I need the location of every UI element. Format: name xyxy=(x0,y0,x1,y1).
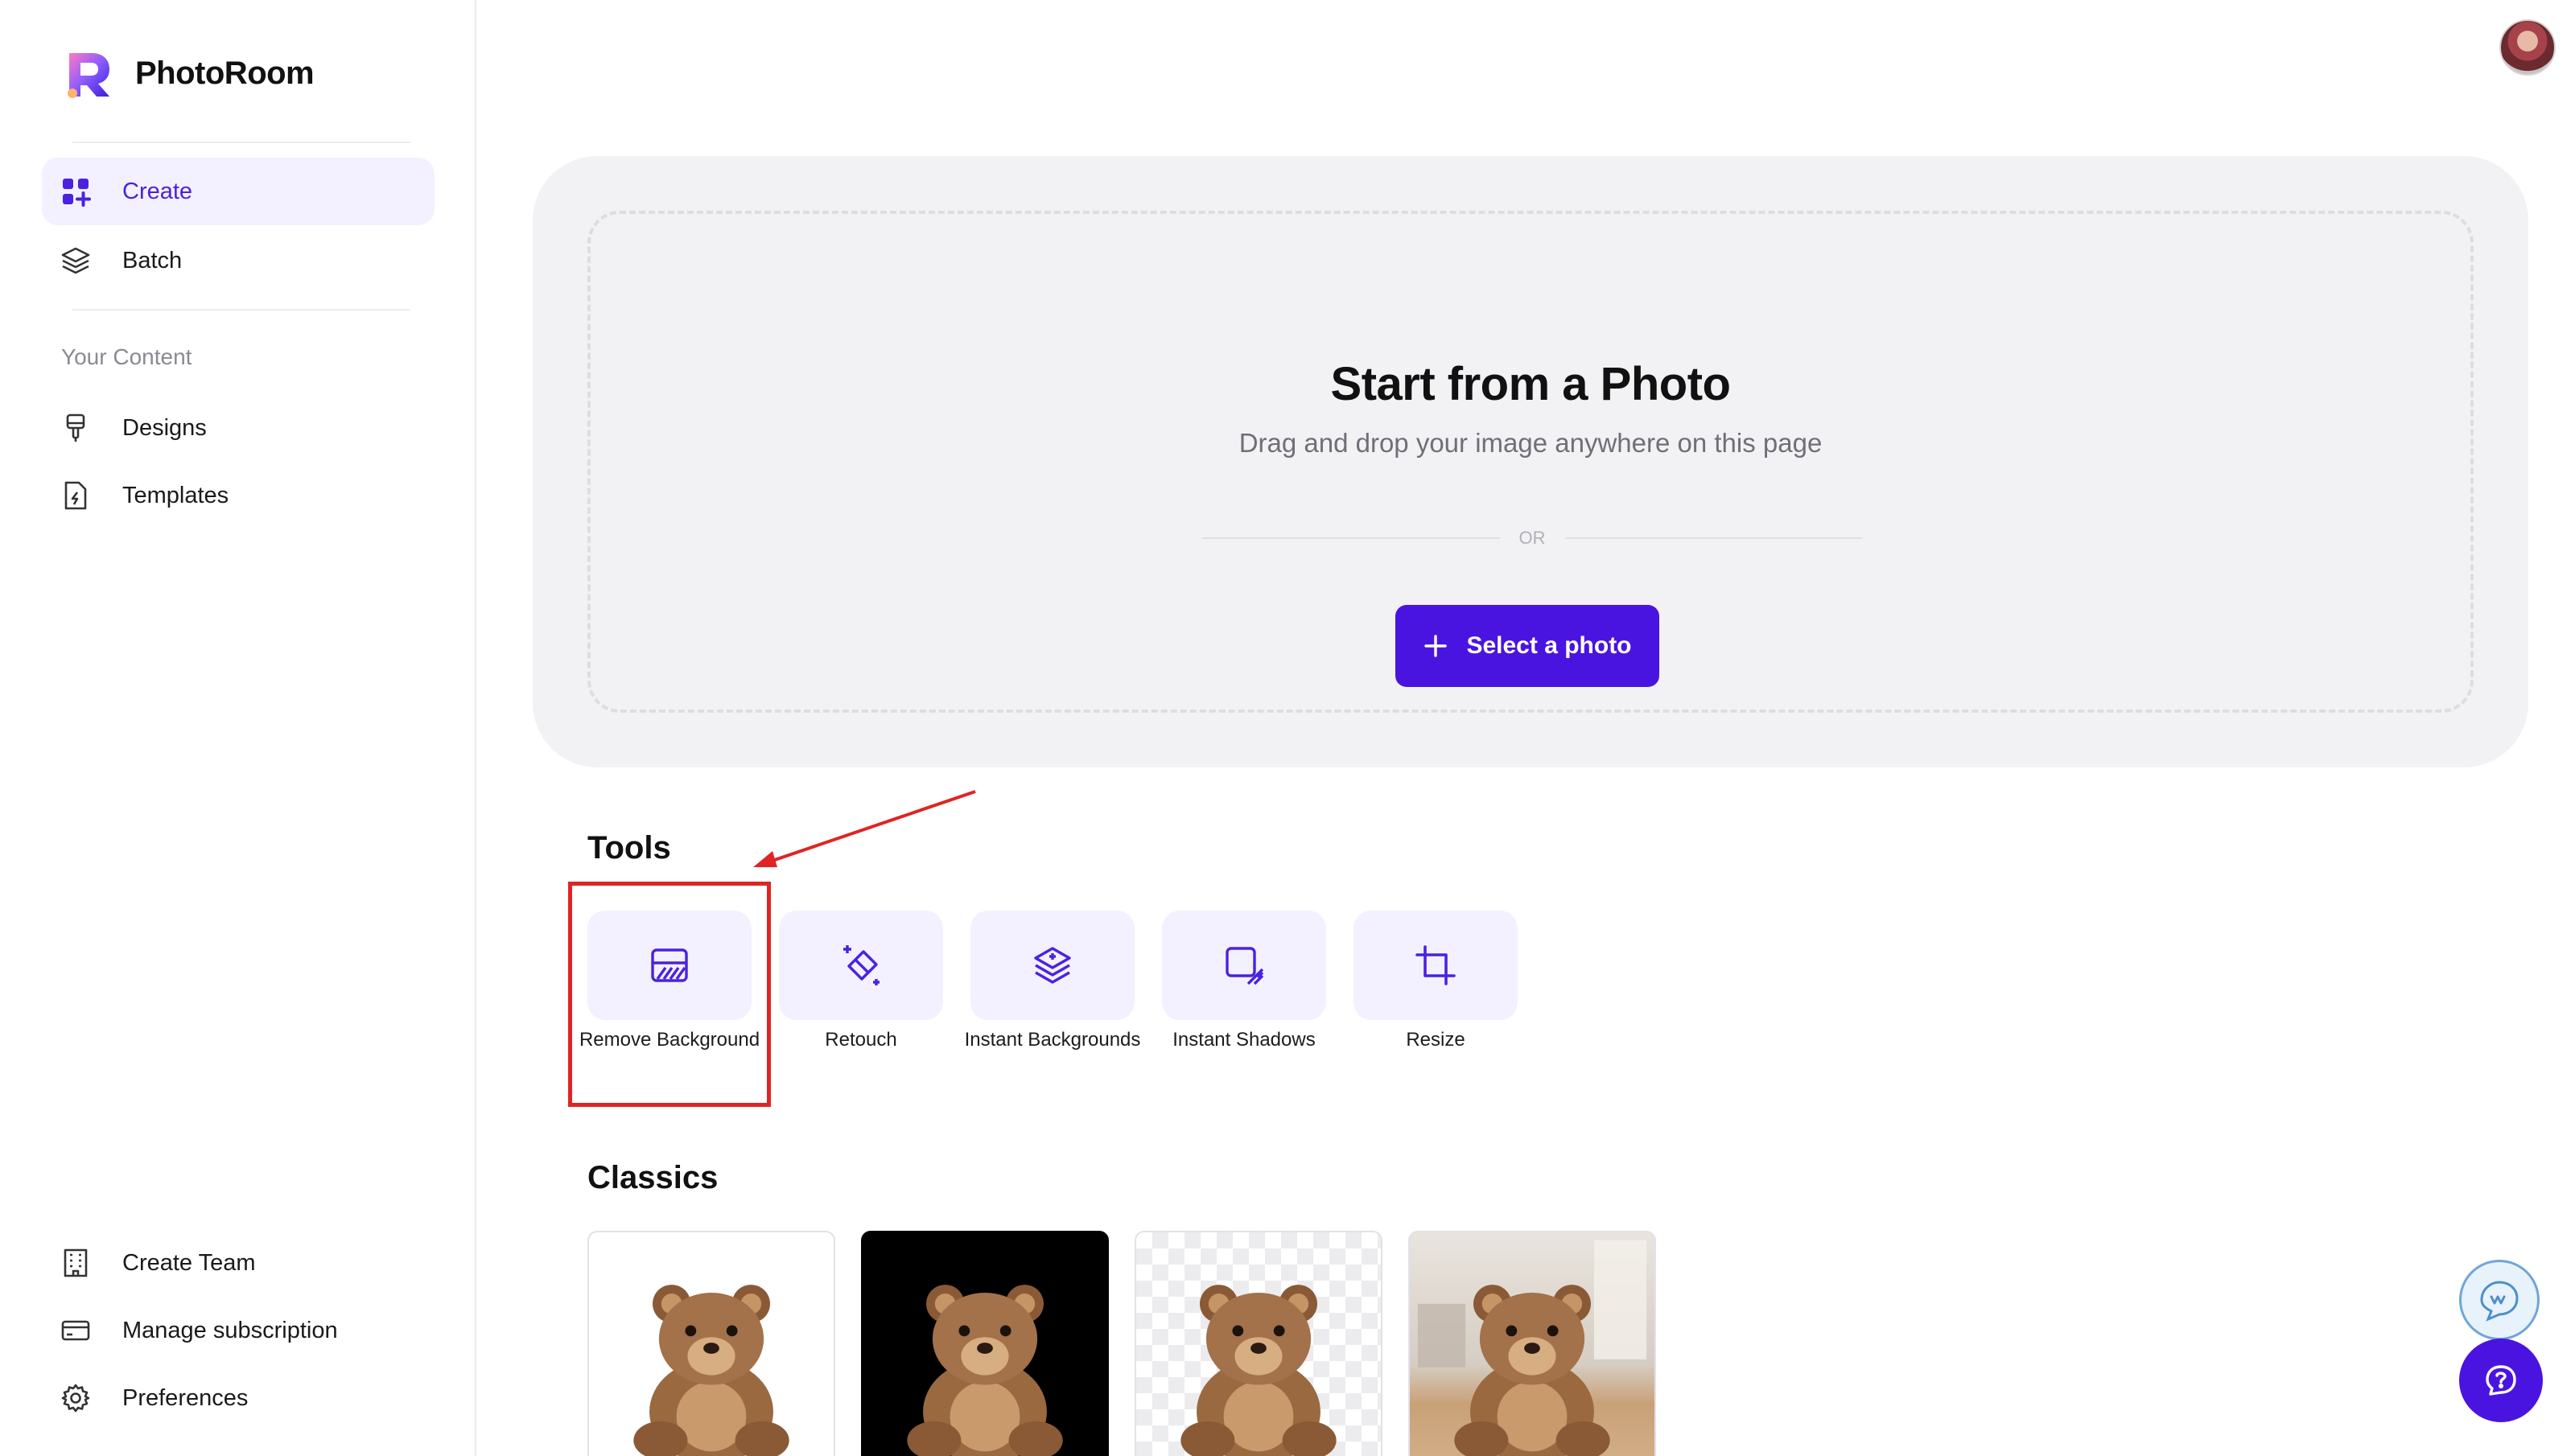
classic-white-background[interactable] xyxy=(587,1231,835,1456)
eraser-sparkle-icon xyxy=(843,945,880,985)
tool-label: Retouch xyxy=(825,1029,897,1051)
tool-label: Instant Backgrounds xyxy=(964,1029,1141,1051)
select-photo-button[interactable]: Select a photo xyxy=(1395,605,1659,687)
tool-instant-backgrounds[interactable] xyxy=(970,911,1135,1020)
teddy-bear-image xyxy=(907,1285,1063,1456)
layers-sparkle-icon xyxy=(1034,947,1071,984)
annotation-arrow xyxy=(753,790,976,867)
brush-icon xyxy=(60,412,92,444)
sidebar-item-label: Templates xyxy=(122,482,229,508)
shadow-square-icon xyxy=(1226,947,1264,985)
tool-remove-background[interactable] xyxy=(587,911,752,1020)
app-root: PhotoRoom Create Batch Your Content Desi… xyxy=(0,0,2575,1456)
gear-icon xyxy=(60,1382,92,1414)
separator-line xyxy=(1202,537,1500,539)
sidebar-item-label: Manage subscription xyxy=(122,1317,338,1343)
help-button[interactable] xyxy=(2459,1339,2543,1422)
upload-title: Start from a Photo xyxy=(1330,358,1731,410)
sidebar-item-create[interactable]: Create xyxy=(42,158,435,225)
upload-panel: Start from a Photo Drag and drop your im… xyxy=(533,156,2528,767)
photoroom-logo-icon xyxy=(68,53,109,98)
crop-icon xyxy=(1415,945,1456,985)
or-label: OR xyxy=(1518,528,1546,548)
select-photo-label: Select a photo xyxy=(1466,632,1632,659)
chat-widget-button[interactable] xyxy=(2459,1260,2540,1340)
tool-resize[interactable] xyxy=(1353,911,1518,1020)
plus-icon xyxy=(1424,635,1448,657)
tool-label: Remove Background xyxy=(579,1029,760,1051)
sidebar-divider xyxy=(72,142,410,143)
separator-line xyxy=(1564,537,1862,539)
file-bolt-icon xyxy=(60,479,92,512)
teddy-bear-image xyxy=(1417,1240,1647,1456)
brand-name: PhotoRoom xyxy=(135,55,315,91)
sidebar-item-label: Create xyxy=(122,178,193,204)
sidebar-item-label: Batch xyxy=(122,247,183,274)
sidebar-item-designs[interactable]: Designs xyxy=(42,394,435,462)
grid-plus-icon xyxy=(60,175,92,208)
user-avatar[interactable] xyxy=(2499,19,2556,76)
sidebar-item-manage-subscription[interactable]: Manage subscription xyxy=(42,1297,435,1364)
or-separator: OR xyxy=(1202,526,1862,550)
classics-heading: Classics xyxy=(587,1160,719,1195)
brand[interactable]: PhotoRoom xyxy=(63,47,315,100)
tool-label: Instant Shadows xyxy=(1172,1029,1316,1051)
tool-label: Resize xyxy=(1406,1029,1465,1051)
sidebar-item-label: Create Team xyxy=(122,1249,256,1276)
tools-heading: Tools xyxy=(587,830,671,866)
classic-transparent-background[interactable] xyxy=(1135,1231,1382,1456)
help-icon xyxy=(2486,1365,2516,1396)
layers-icon xyxy=(60,245,92,277)
sidebar-divider xyxy=(72,309,410,311)
dropzone[interactable]: Start from a Photo Drag and drop your im… xyxy=(587,211,2474,713)
upload-subtitle: Drag and drop your image anywhere on thi… xyxy=(1238,428,1823,458)
classic-black-background[interactable] xyxy=(861,1231,1109,1456)
sidebar-item-batch[interactable]: Batch xyxy=(42,227,435,294)
teddy-bear-image xyxy=(1180,1285,1337,1456)
sidebar-item-preferences[interactable]: Preferences xyxy=(42,1364,435,1432)
remove-background-icon xyxy=(651,948,688,982)
tool-instant-shadows[interactable] xyxy=(1162,911,1326,1020)
chat-bubble-icon xyxy=(2480,1281,2519,1322)
teddy-bear-image xyxy=(633,1285,789,1456)
tool-retouch[interactable] xyxy=(779,911,943,1020)
sidebar-item-label: Designs xyxy=(122,414,207,441)
building-icon xyxy=(60,1247,92,1279)
sidebar-item-label: Preferences xyxy=(122,1384,249,1411)
sidebar: PhotoRoom Create Batch Your Content Desi… xyxy=(0,0,476,1456)
section-label-your-content: Your Content xyxy=(61,344,192,369)
sidebar-item-create-team[interactable]: Create Team xyxy=(42,1229,435,1297)
sidebar-item-templates[interactable]: Templates xyxy=(42,462,435,529)
classic-scene-background[interactable] xyxy=(1408,1231,1656,1456)
credit-card-icon xyxy=(60,1314,92,1347)
